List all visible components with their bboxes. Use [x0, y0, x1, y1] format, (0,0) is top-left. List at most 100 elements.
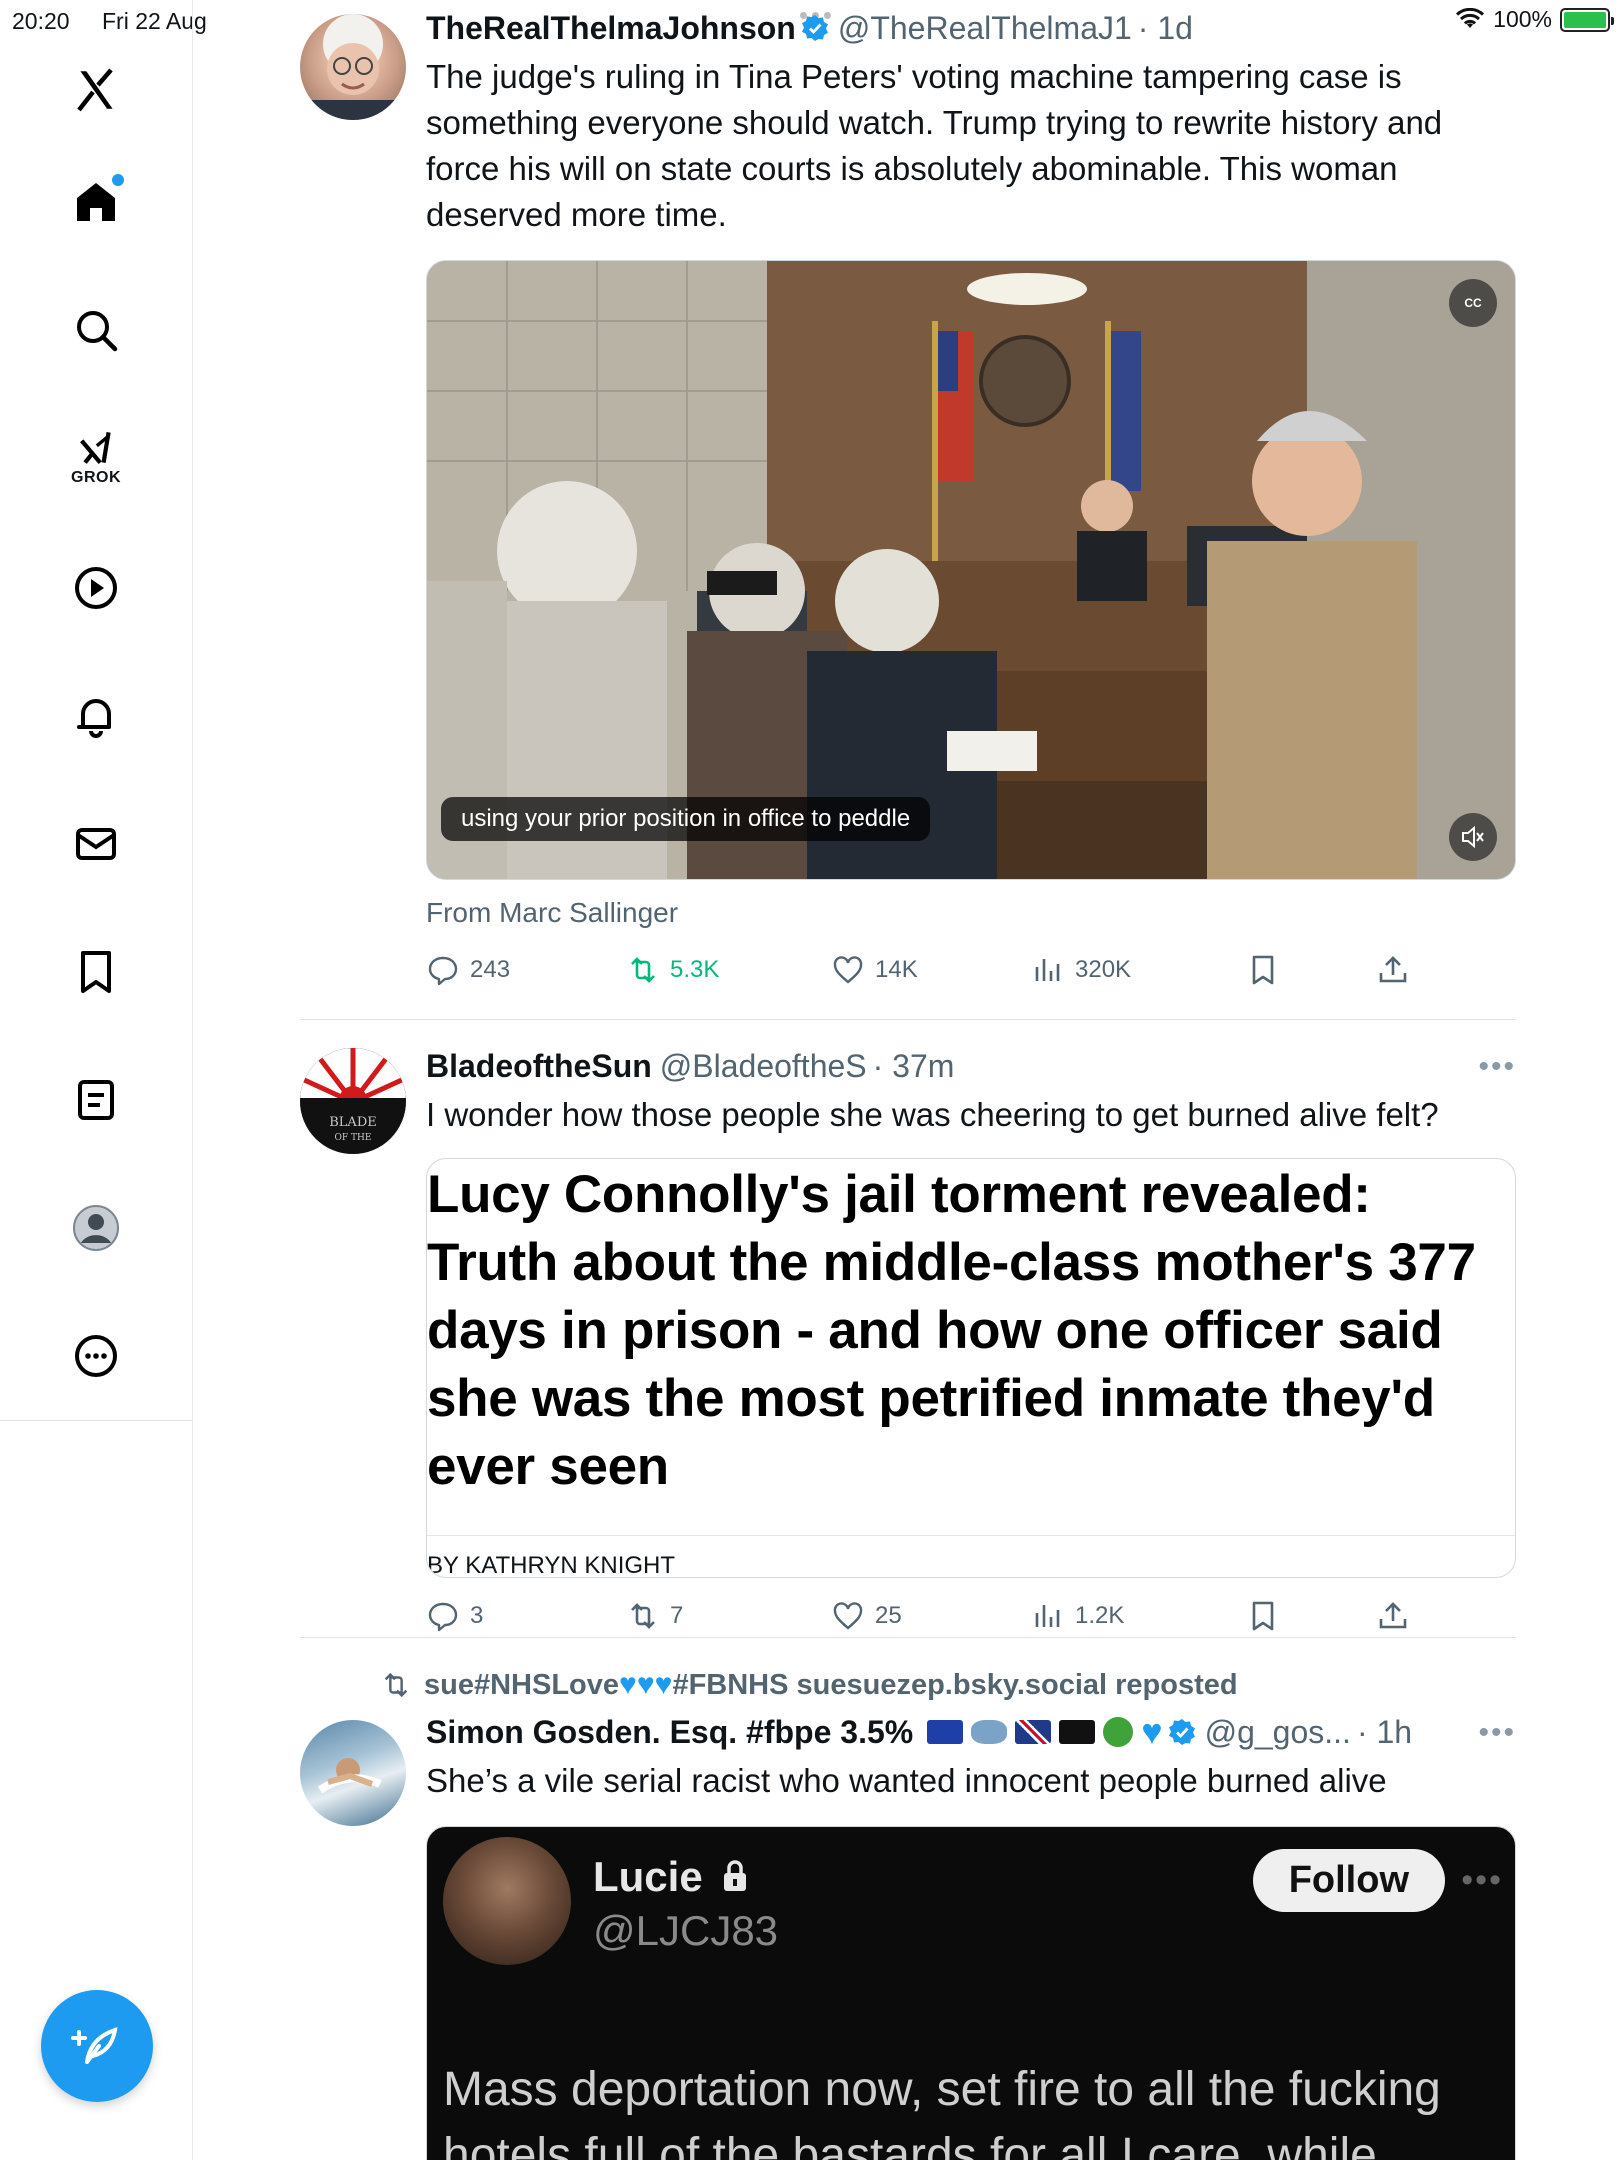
sidebar-item-notifications[interactable]	[50, 670, 142, 762]
user-handle[interactable]: @TheRealThelmaJ1	[838, 10, 1132, 47]
user-handle[interactable]: @g_gos...	[1205, 1714, 1351, 1751]
compose-button[interactable]	[41, 1990, 153, 2102]
bookmark-icon	[1252, 1601, 1274, 1631]
grok-icon	[80, 432, 111, 464]
like-count: 14K	[875, 956, 918, 983]
share-button[interactable]	[1376, 1599, 1410, 1633]
bookmark-icon	[81, 951, 111, 993]
bookmark-icon	[1252, 955, 1274, 985]
search-icon	[77, 311, 118, 352]
profile-avatar-icon	[73, 1205, 119, 1251]
embedded-display-name: Lucie	[593, 1853, 750, 1901]
article-headline: Lucy Connolly's jail torment revealed: T…	[427, 1165, 1476, 1496]
grok-label: GROK	[71, 469, 121, 486]
tweet-body: TheRealThelmaJohnson @TheRealThelmaJ1 · …	[426, 6, 1516, 238]
sidebar-divider	[0, 1420, 192, 1421]
more-options-button[interactable]: •••	[1478, 1050, 1516, 1084]
repost-button[interactable]: 7	[626, 1599, 831, 1633]
reply-icon	[428, 1602, 458, 1632]
timestamp[interactable]: · 1d	[1138, 10, 1193, 47]
sidebar-nav: GROK	[0, 0, 193, 2160]
reply-button[interactable]: 243	[426, 953, 626, 987]
bell-icon	[77, 699, 111, 738]
like-button[interactable]: 25	[831, 1599, 1031, 1633]
more-circle-icon	[75, 1335, 117, 1377]
repost-icon	[631, 957, 655, 983]
closed-captions-button[interactable]: CC	[1449, 279, 1497, 327]
tweet-actions: 3 7 25 1.2K	[426, 1596, 1466, 1636]
sidebar-item-search[interactable]	[50, 284, 142, 376]
article-byline-area: By KATHRYN KNIGHT	[427, 1535, 1515, 1577]
sidebar-item-profile[interactable]	[50, 1182, 142, 1274]
embedded-post-text: Mass deportation now, set fire to all th…	[443, 2063, 1441, 2160]
video-source-attribution[interactable]: From Marc Sallinger	[426, 897, 678, 929]
display-name[interactable]: BladeoftheSun	[426, 1048, 652, 1085]
repost-icon	[384, 1672, 408, 1698]
tweet-header: BladeoftheSun @BladeoftheS · 37m	[426, 1044, 1516, 1088]
pirate-flag-icon	[1059, 1720, 1096, 1744]
name-emojis: ♥	[923, 1711, 1163, 1753]
bookmark-button[interactable]	[1246, 953, 1376, 987]
tweet-divider	[300, 1019, 1516, 1020]
repost-icon	[631, 1603, 655, 1629]
svg-text:OF THE: OF THE	[335, 1133, 372, 1143]
embedded-more-icon: •••	[1461, 1861, 1503, 1899]
share-button[interactable]	[1376, 953, 1410, 987]
tweet-header: TheRealThelmaJohnson @TheRealThelmaJ1 · …	[426, 6, 1516, 50]
views-button[interactable]: 320K	[1031, 953, 1246, 987]
mute-button[interactable]	[1449, 813, 1497, 861]
tweet-text: She’s a vile serial racist who wanted in…	[426, 1762, 1387, 1799]
timestamp[interactable]: · 37m	[873, 1048, 955, 1085]
blue-heart-icon: ♥♥♥	[619, 1668, 673, 1701]
sidebar-item-video[interactable]	[50, 542, 142, 634]
sidebar-item-grok[interactable]: GROK	[50, 412, 142, 504]
view-count: 320K	[1075, 956, 1132, 983]
embedded-screenshot[interactable]: Lucie @LJCJ83 Follow ••• Mass deportatio…	[426, 1826, 1516, 2160]
user-handle[interactable]: @BladeoftheS	[660, 1048, 867, 1085]
like-count: 25	[875, 1602, 902, 1629]
speaker-muted-icon	[1462, 825, 1484, 849]
avatar[interactable]	[300, 1720, 406, 1826]
like-button[interactable]: 14K	[831, 953, 1031, 987]
home-notification-dot	[112, 174, 124, 186]
bookmark-button[interactable]	[1246, 1599, 1376, 1633]
virus-icon	[1103, 1717, 1134, 1747]
eu-flag-icon	[927, 1720, 964, 1744]
sidebar-item-more[interactable]	[50, 1310, 142, 1402]
embedded-handle: @LJCJ83	[593, 1907, 779, 1954]
uk-flag-icon	[1015, 1720, 1052, 1744]
video-caption: using your prior position in office to p…	[441, 797, 931, 841]
repost-button[interactable]: 5.3K	[626, 953, 831, 987]
tweet-text: I wonder how those people she was cheeri…	[426, 1096, 1439, 1133]
views-chart-icon	[1035, 959, 1060, 981]
fish-icon	[971, 1720, 1008, 1744]
sidebar-item-home[interactable]	[50, 156, 142, 248]
avatar[interactable]	[300, 14, 406, 120]
embedded-follow-button: Follow	[1252, 1849, 1445, 1912]
article-card[interactable]: Lucy Connolly's jail torment revealed: T…	[426, 1158, 1516, 1578]
battery-icon	[1560, 7, 1614, 32]
sidebar-item-lists[interactable]	[50, 1054, 142, 1146]
video-player[interactable]: CC using your prior position in office t…	[426, 260, 1516, 880]
share-upload-icon	[1379, 956, 1407, 983]
courtroom-video-frame	[427, 261, 1515, 879]
timestamp[interactable]: · 1h	[1357, 1714, 1412, 1751]
display-name[interactable]: Simon Gosden. Esq. #fbpe 3.5%	[426, 1714, 913, 1751]
avatar[interactable]: BLADE OF THE	[300, 1048, 406, 1154]
sidebar-item-messages[interactable]	[50, 798, 142, 890]
tweet-body: Simon Gosden. Esq. #fbpe 3.5% ♥ @g_gos..…	[426, 1710, 1516, 1804]
reposter-name-suffix: #FBNHS suesuezep.bsky.social reposted	[672, 1669, 1238, 1701]
x-logo-icon[interactable]	[50, 44, 142, 136]
reply-count: 3	[470, 1602, 484, 1629]
heart-icon	[833, 1602, 863, 1630]
lock-icon	[724, 1860, 747, 1891]
display-name[interactable]: TheRealThelmaJohnson	[426, 10, 796, 47]
embedded-avatar	[443, 1837, 571, 1965]
views-button[interactable]: 1.2K	[1031, 1599, 1246, 1633]
repost-context[interactable]: sue#NHSLove♥♥♥#FBNHS suesuezep.bsky.soci…	[380, 1668, 1238, 1702]
blue-heart-icon: ♥	[1141, 1711, 1163, 1752]
more-options-button[interactable]: •••	[1478, 1716, 1516, 1750]
reply-button[interactable]: 3	[426, 1599, 626, 1633]
sidebar-item-bookmarks[interactable]	[50, 926, 142, 1018]
envelope-icon	[76, 828, 116, 860]
